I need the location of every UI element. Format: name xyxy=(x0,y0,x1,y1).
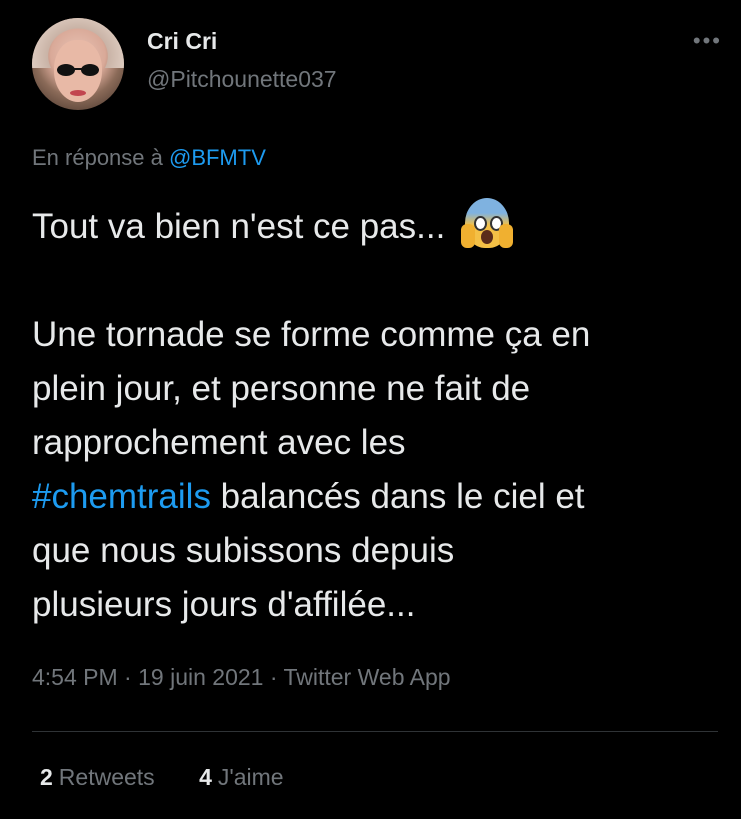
retweets-label: Retweets xyxy=(58,764,155,790)
likes-label: J'aime xyxy=(217,764,284,790)
tweet-line: plein jour, et personne ne fait de xyxy=(32,369,531,408)
avatar[interactable] xyxy=(32,18,124,110)
face-screaming-in-fear-icon xyxy=(461,198,514,250)
tweet-date[interactable]: 19 juin 2021 xyxy=(138,664,263,690)
more-options-icon[interactable]: ••• xyxy=(693,28,722,54)
tweet-line: rapprochement avec les xyxy=(32,423,406,462)
display-name[interactable]: Cri Cri xyxy=(147,28,217,55)
tweet-line-1: Tout va bien n'est ce pas... xyxy=(32,198,722,254)
reply-mention-link[interactable]: @BFMTV xyxy=(169,145,266,170)
tweet-time[interactable]: 4:54 PM xyxy=(32,664,118,690)
avatar-lips xyxy=(70,90,86,96)
tweet-line-after-hashtag: balancés dans le ciel et xyxy=(210,477,585,516)
tweet-line-hashtag: #chemtrails balancés dans le ciel et xyxy=(32,470,722,524)
tweet-line-1-text: Tout va bien n'est ce pas... xyxy=(32,207,456,246)
reply-context: En réponse à @BFMTV xyxy=(32,145,266,171)
meta-separator: · xyxy=(263,664,284,690)
tweet-line: plusieurs jours d'affilée... xyxy=(32,585,416,624)
tweet-text: Tout va bien n'est ce pas... Une tornade… xyxy=(32,198,722,632)
tweet-metadata: 4:54 PM · 19 juin 2021 · Twitter Web App xyxy=(32,664,451,691)
divider xyxy=(32,731,718,732)
reply-prefix: En réponse à xyxy=(32,145,169,170)
sunglasses-right-lens xyxy=(81,64,99,76)
tweet-header: Cri Cri @Pitchounette037 ••• xyxy=(32,18,722,113)
likes-stat[interactable]: 4 J'aime xyxy=(199,764,284,791)
user-handle[interactable]: @Pitchounette037 xyxy=(147,66,337,93)
sunglasses-left-lens xyxy=(57,64,75,76)
likes-count: 4 xyxy=(199,764,212,790)
tweet-source-link[interactable]: Twitter Web App xyxy=(283,664,450,690)
tweet-line: Une tornade se forme comme ça en xyxy=(32,315,591,354)
tweet-line: que nous subissons depuis xyxy=(32,531,455,570)
retweets-count: 2 xyxy=(40,764,53,790)
engagement-stats: 2 Retweets 4 J'aime xyxy=(40,764,322,791)
hashtag-link[interactable]: #chemtrails xyxy=(32,477,211,516)
retweets-stat[interactable]: 2 Retweets xyxy=(40,764,155,791)
meta-separator: · xyxy=(117,664,139,690)
